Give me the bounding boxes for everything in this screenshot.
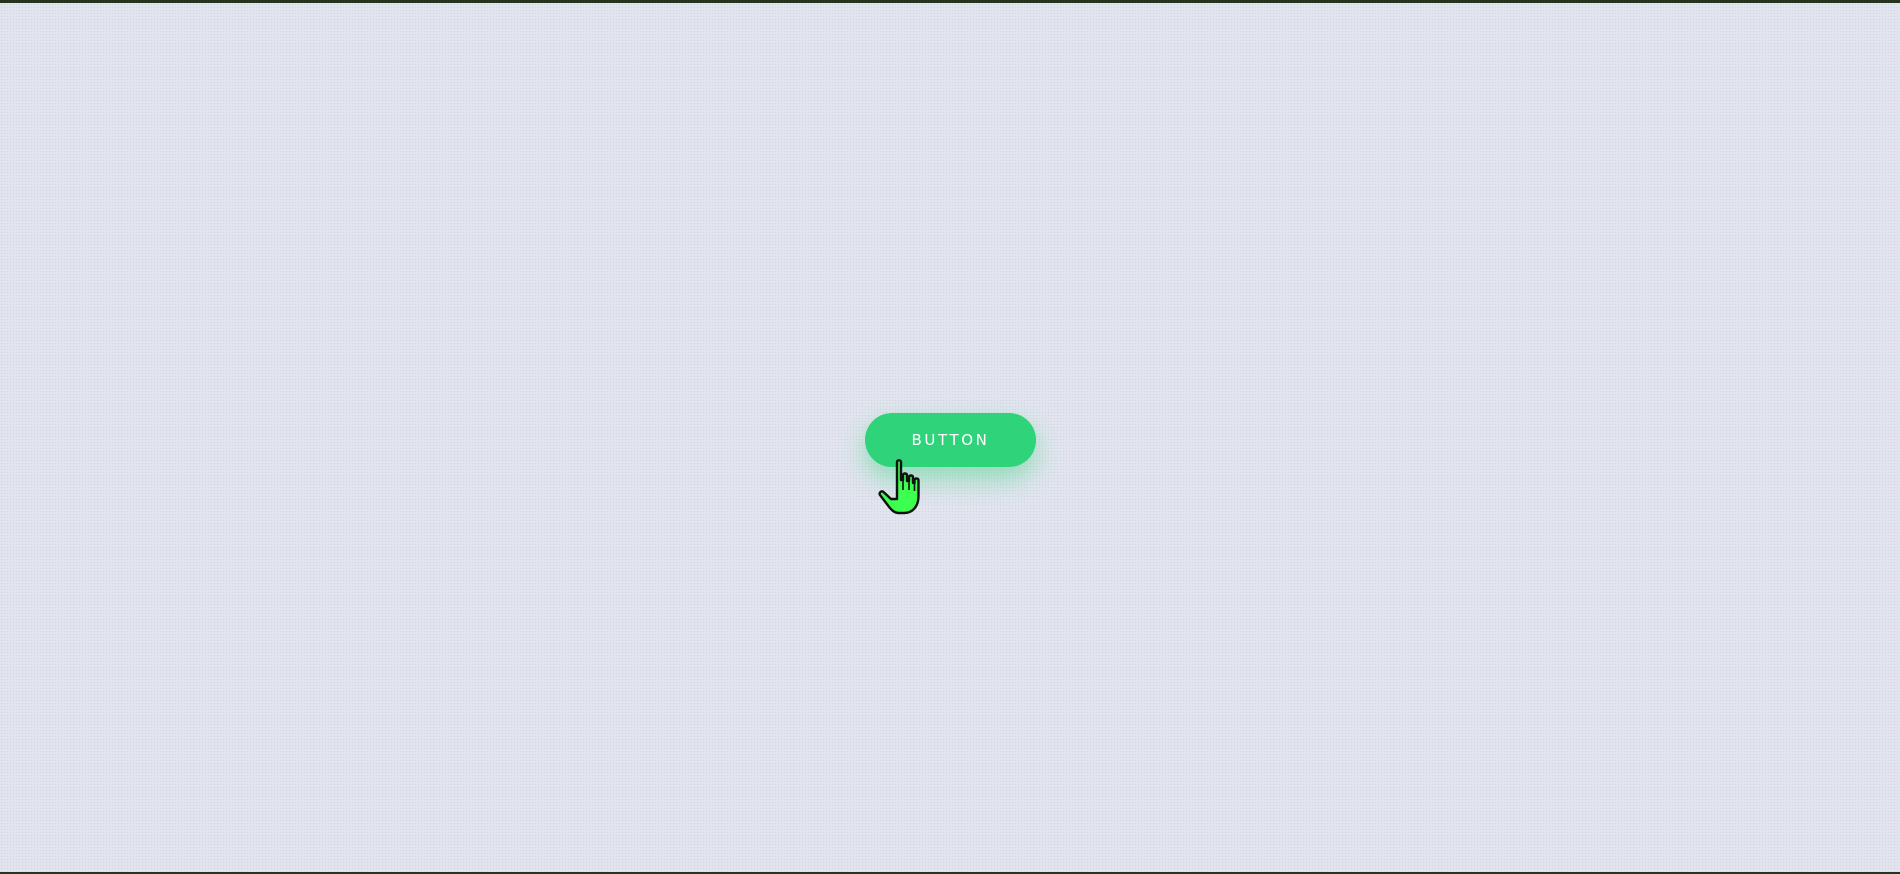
page-canvas: BUTTON: [0, 0, 1900, 874]
pointer-hand-icon: [878, 459, 920, 515]
